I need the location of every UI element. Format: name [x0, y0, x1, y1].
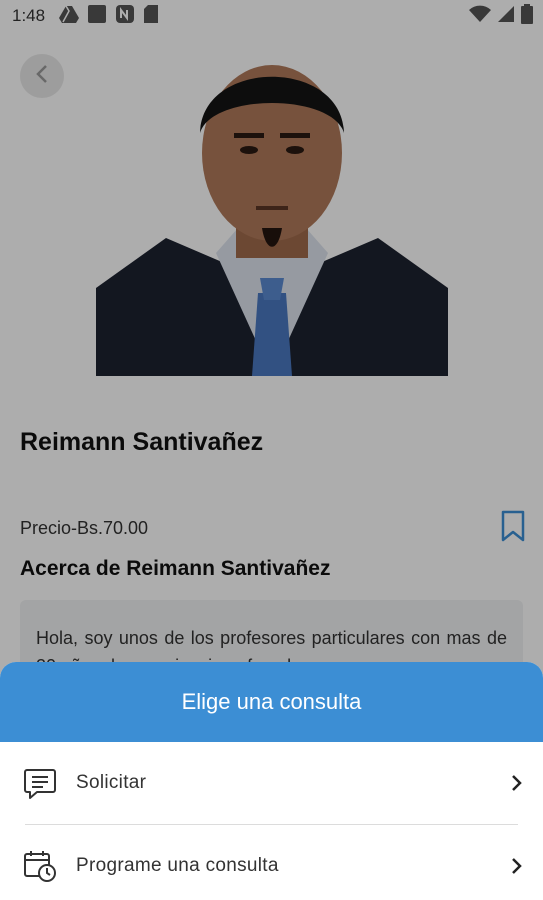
consultation-bottom-sheet: Elige una consulta Solicitar Programe un…	[0, 662, 543, 900]
schedule-option-label: Programe una consulta	[76, 855, 279, 876]
chevron-right-icon	[509, 773, 525, 793]
request-option[interactable]: Solicitar	[0, 742, 543, 824]
sheet-title: Elige una consulta	[181, 689, 362, 714]
sheet-header: Elige una consulta	[0, 662, 543, 742]
calendar-clock-icon	[22, 848, 58, 884]
schedule-option[interactable]: Programe una consulta	[0, 825, 543, 900]
request-option-label: Solicitar	[76, 772, 147, 793]
chat-icon	[22, 765, 58, 801]
chevron-right-icon	[509, 856, 525, 876]
